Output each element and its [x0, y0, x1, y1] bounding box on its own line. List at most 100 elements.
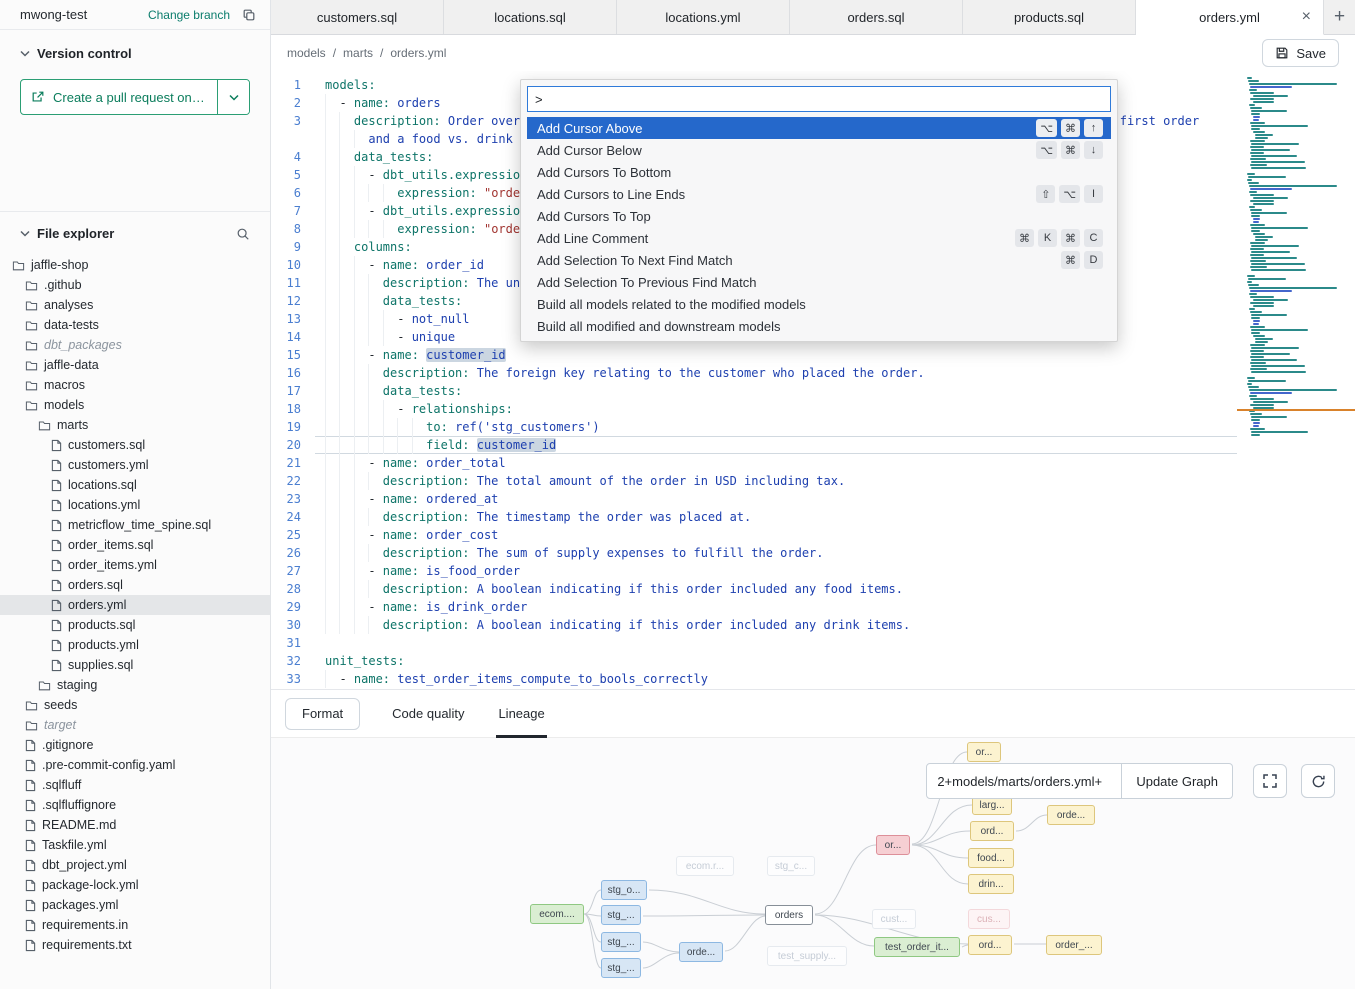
tree-item-customers.yml[interactable]: customers.yml [0, 455, 270, 475]
tree-item-seeds[interactable]: seeds [0, 695, 270, 715]
tree-item-.sqlfluff[interactable]: .sqlfluff [0, 775, 270, 795]
code-line[interactable]: 21 - name: order_total [271, 454, 1237, 472]
tree-item-models[interactable]: models [0, 395, 270, 415]
code-line[interactable]: 17 data_tests: [271, 382, 1237, 400]
lineage-node-5[interactable]: or... [876, 835, 910, 855]
tree-item-jaffle-shop[interactable]: jaffle-shop [0, 255, 270, 275]
tree-item-orders.sql[interactable]: orders.sql [0, 575, 270, 595]
code-line[interactable]: 29 - name: is_drink_order [271, 598, 1237, 616]
new-tab-button[interactable]: + [1324, 0, 1355, 34]
tree-item-.pre-commit-config.yaml[interactable]: .pre-commit-config.yaml [0, 755, 270, 775]
tree-item-packages.yml[interactable]: packages.yml [0, 895, 270, 915]
tree-item-dbt_packages[interactable]: dbt_packages [0, 335, 270, 355]
tree-item-macros[interactable]: macros [0, 375, 270, 395]
search-icon[interactable] [236, 227, 250, 241]
code-line[interactable]: 31 [271, 634, 1237, 652]
code-line[interactable]: 25 - name: order_cost [271, 526, 1237, 544]
code-line[interactable]: 22 description: The total amount of the … [271, 472, 1237, 490]
tab-customers.sql[interactable]: customers.sql [271, 0, 444, 34]
tree-item-requirements.in[interactable]: requirements.in [0, 915, 270, 935]
tree-item-.sqlfluffignore[interactable]: .sqlfluffignore [0, 795, 270, 815]
code-line[interactable]: 33 - name: test_order_items_compute_to_b… [271, 670, 1237, 688]
tab-locations.sql[interactable]: locations.sql [444, 0, 617, 34]
tree-item-.github[interactable]: .github [0, 275, 270, 295]
palette-item[interactable]: Add Cursors To Bottom [527, 161, 1111, 183]
lineage-node-11[interactable]: stg_... [601, 958, 641, 978]
lineage-node-14[interactable]: ecom.r... [676, 856, 734, 876]
tab-orders.sql[interactable]: orders.sql [790, 0, 963, 34]
tree-item-products.sql[interactable]: products.sql [0, 615, 270, 635]
palette-item[interactable]: Build all modified and downstream models [527, 315, 1111, 337]
file-explorer-header[interactable]: File explorer [0, 211, 270, 249]
version-control-header[interactable]: Version control [0, 30, 270, 69]
format-button[interactable]: Format [285, 698, 360, 730]
tree-item-jaffle-data[interactable]: jaffle-data [0, 355, 270, 375]
tree-item-orders.yml[interactable]: orders.yml [0, 595, 270, 615]
refresh-icon[interactable] [1301, 764, 1335, 798]
command-palette-input[interactable] [527, 86, 1111, 112]
tree-item-order_items.yml[interactable]: order_items.yml [0, 555, 270, 575]
lineage-node-7[interactable]: ecom.... [530, 904, 584, 924]
tab-products.sql[interactable]: products.sql [963, 0, 1136, 34]
lineage-node-6[interactable]: orde... [1047, 805, 1095, 825]
palette-item[interactable]: Add Selection To Previous Find Match [527, 271, 1111, 293]
tree-item-requirements.txt[interactable]: requirements.txt [0, 935, 270, 955]
palette-item[interactable]: Add Cursor Below⌥⌘↓ [527, 139, 1111, 161]
lineage-node-20[interactable]: order_... [1046, 935, 1102, 955]
minimap[interactable] [1237, 71, 1355, 689]
lineage-node-13[interactable]: orders [765, 905, 813, 925]
palette-item[interactable]: Add Cursors to Line Ends⇧⌥I [527, 183, 1111, 205]
tree-item-customers.sql[interactable]: customers.sql [0, 435, 270, 455]
code-line[interactable]: 32unit_tests: [271, 652, 1237, 670]
code-line[interactable]: 23 - name: ordered_at [271, 490, 1237, 508]
tree-item-locations.yml[interactable]: locations.yml [0, 495, 270, 515]
palette-item[interactable]: Build all models related to the modified… [527, 293, 1111, 315]
lineage-node-4[interactable]: drin... [968, 874, 1014, 894]
fullscreen-icon[interactable] [1253, 764, 1287, 798]
lineage-node-3[interactable]: food... [968, 848, 1014, 868]
lineage-node-2[interactable]: ord... [970, 821, 1014, 841]
tree-item-order_items.sql[interactable]: order_items.sql [0, 535, 270, 555]
code-line[interactable]: 19 to: ref('stg_customers') [271, 418, 1237, 436]
create-pr-button[interactable]: Create a pull request on Git... [21, 80, 217, 114]
code-line[interactable]: 27 - name: is_food_order [271, 562, 1237, 580]
tree-item-README.md[interactable]: README.md [0, 815, 270, 835]
lineage-node-0[interactable]: or... [967, 742, 1001, 762]
lineage-node-17[interactable]: cus... [968, 909, 1010, 929]
tree-item-.gitignore[interactable]: .gitignore [0, 735, 270, 755]
change-branch-link[interactable]: Change branch [148, 8, 230, 22]
code-line[interactable]: 18 - relationships: [271, 400, 1237, 418]
code-line[interactable]: 20 field: customer_id [271, 436, 1237, 454]
tree-item-staging[interactable]: staging [0, 675, 270, 695]
palette-item[interactable]: Add Cursor Above⌥⌘↑ [527, 117, 1111, 139]
lineage-node-18[interactable]: test_order_it... [874, 937, 960, 957]
code-line[interactable]: 15 - name: customer_id [271, 346, 1237, 364]
tree-item-analyses[interactable]: analyses [0, 295, 270, 315]
tab-locations.yml[interactable]: locations.yml [617, 0, 790, 34]
lineage-node-19[interactable]: ord... [968, 935, 1012, 955]
tree-item-supplies.sql[interactable]: supplies.sql [0, 655, 270, 675]
lineage-node-15[interactable]: stg_c... [767, 856, 815, 876]
tab-orders.yml[interactable]: orders.yml× [1136, 0, 1324, 35]
code-line[interactable]: 26 description: The sum of supply expens… [271, 544, 1237, 562]
lineage-node-9[interactable]: stg_... [601, 905, 641, 925]
code-line[interactable]: 28 description: A boolean indicating if … [271, 580, 1237, 598]
palette-item[interactable]: Add Line Comment⌘K⌘C [527, 227, 1111, 249]
save-button[interactable]: Save [1262, 39, 1339, 67]
copy-icon[interactable] [242, 8, 256, 22]
code-line[interactable]: 24 description: The timestamp the order … [271, 508, 1237, 526]
tree-item-products.yml[interactable]: products.yml [0, 635, 270, 655]
lineage-node-8[interactable]: stg_o... [601, 880, 647, 900]
close-icon[interactable]: × [1302, 9, 1311, 25]
lineage-node-21[interactable]: test_supply... [767, 946, 847, 966]
lineage-node-12[interactable]: orde... [679, 942, 723, 962]
panel-tab-lineage[interactable]: Lineage [496, 690, 546, 738]
tree-item-marts[interactable]: marts [0, 415, 270, 435]
pr-options-button[interactable] [217, 80, 249, 114]
tree-item-dbt_project.yml[interactable]: dbt_project.yml [0, 855, 270, 875]
tree-item-metricflow_time_spine.sql[interactable]: metricflow_time_spine.sql [0, 515, 270, 535]
tree-item-package-lock.yml[interactable]: package-lock.yml [0, 875, 270, 895]
lineage-node-10[interactable]: stg_... [601, 932, 641, 952]
panel-tab-code-quality[interactable]: Code quality [390, 690, 466, 738]
tree-item-Taskfile.yml[interactable]: Taskfile.yml [0, 835, 270, 855]
